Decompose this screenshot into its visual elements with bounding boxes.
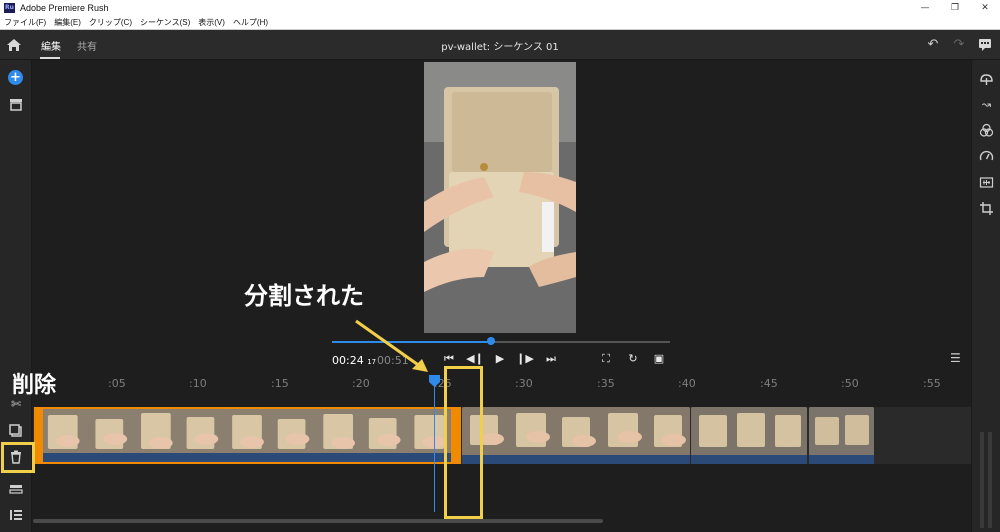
timeline-clip[interactable] bbox=[462, 407, 690, 464]
loop-icon[interactable]: ↻ bbox=[624, 351, 642, 367]
go-to-start-icon[interactable]: ⏮ bbox=[440, 351, 458, 367]
clip-thumbnails bbox=[38, 409, 458, 457]
annotation-split-label: 分割された bbox=[244, 282, 364, 310]
play-icon[interactable]: ▶ bbox=[491, 351, 509, 367]
transitions-icon[interactable]: ↝ bbox=[978, 96, 995, 113]
clip-thumbnails bbox=[462, 407, 690, 455]
scrub-handle[interactable] bbox=[486, 337, 495, 345]
duplicate-icon[interactable] bbox=[7, 422, 25, 440]
ruler-tick: :50 bbox=[841, 377, 859, 390]
ruler-tick: :35 bbox=[597, 377, 615, 390]
comment-icon[interactable] bbox=[977, 37, 993, 53]
restore-icon[interactable]: ❐ bbox=[940, 0, 970, 16]
ruler-tick: :20 bbox=[352, 377, 370, 390]
timeline-clip[interactable] bbox=[691, 407, 807, 464]
menu-edit[interactable]: 編集(E) bbox=[54, 17, 81, 28]
active-tab-indicator bbox=[40, 57, 60, 59]
fullscreen-icon[interactable]: ⛶ bbox=[597, 351, 615, 367]
split-point-highlight bbox=[444, 366, 483, 519]
add-media-button[interactable]: + bbox=[8, 70, 23, 85]
ruler-tick: :40 bbox=[678, 377, 696, 390]
sequence-title: pv-wallet: シーケンス 01 bbox=[441, 42, 559, 53]
menu-file[interactable]: ファイル(F) bbox=[4, 17, 46, 28]
redo-icon[interactable]: ↷ bbox=[951, 37, 967, 53]
ruler-tick: :55 bbox=[923, 377, 941, 390]
annotation-arrow-icon bbox=[355, 319, 428, 372]
close-icon[interactable]: ✕ bbox=[970, 0, 1000, 16]
clip-audio-waveform bbox=[38, 453, 458, 462]
audio-meter-right bbox=[988, 432, 992, 528]
menu-clip[interactable]: クリップ(C) bbox=[89, 17, 132, 28]
menu-bar: ファイル(F) 編集(E) クリップ(C) シーケンス(S) 表示(V) ヘルプ… bbox=[0, 16, 1000, 30]
timeline-clip[interactable] bbox=[809, 407, 874, 464]
menu-sequence[interactable]: シーケンス(S) bbox=[140, 17, 190, 28]
clip-trim-handle-left[interactable] bbox=[34, 407, 43, 464]
menu-view[interactable]: 表示(V) bbox=[198, 17, 225, 28]
ruler-tick: :15 bbox=[271, 377, 289, 390]
color-icon[interactable] bbox=[978, 122, 995, 139]
title-bar: Ru Adobe Premiere Rush — ❐ ✕ bbox=[0, 0, 1000, 16]
speed-icon[interactable] bbox=[978, 148, 995, 165]
window-title: Adobe Premiere Rush bbox=[20, 3, 109, 13]
track-list-icon[interactable] bbox=[7, 506, 25, 524]
clip-audio-waveform bbox=[691, 455, 807, 464]
wallet-preview-image bbox=[424, 62, 576, 333]
playhead-line bbox=[434, 382, 435, 512]
clip-thumbnails bbox=[691, 407, 807, 455]
right-toolbar: ↝ bbox=[971, 60, 1000, 532]
audio-icon[interactable] bbox=[978, 174, 995, 191]
annotation-delete-label: 削除 bbox=[12, 373, 57, 398]
clip-thumbnails bbox=[809, 407, 874, 455]
menu-help[interactable]: ヘルプ(H) bbox=[233, 17, 268, 28]
timeline-horizontal-scrollbar[interactable] bbox=[33, 519, 603, 523]
aspect-ratio-icon[interactable]: ▣ bbox=[650, 351, 668, 367]
ruler-tick: :10 bbox=[189, 377, 207, 390]
go-to-end-icon[interactable]: ⏭ bbox=[542, 351, 560, 367]
program-monitor bbox=[33, 61, 971, 371]
app-logo: Ru bbox=[4, 3, 15, 13]
step-forward-icon[interactable]: ❙▶ bbox=[516, 351, 534, 367]
ruler-tick: :45 bbox=[760, 377, 778, 390]
ruler-tick: :30 bbox=[515, 377, 533, 390]
ruler-tick: :05 bbox=[108, 377, 126, 390]
timeline-ruler[interactable]: :05 :10 :15 :20 :25 :30 :35 :40 :45 :50 … bbox=[33, 373, 971, 395]
step-back-icon[interactable]: ◀❙ bbox=[466, 351, 484, 367]
crop-icon[interactable] bbox=[978, 200, 995, 217]
timeline-menu-icon[interactable]: ☰ bbox=[950, 352, 962, 364]
titles-icon[interactable] bbox=[978, 70, 995, 87]
minimize-icon[interactable]: — bbox=[910, 0, 940, 16]
clip-audio-waveform bbox=[809, 455, 874, 464]
window-controls: — ❐ ✕ bbox=[910, 0, 1000, 16]
video-frame bbox=[424, 62, 576, 333]
undo-icon[interactable]: ↶ bbox=[925, 37, 941, 53]
timeline-clip-selected[interactable] bbox=[36, 407, 460, 464]
add-track-icon[interactable] bbox=[7, 480, 25, 498]
clip-audio-waveform bbox=[462, 455, 690, 464]
delete-button-highlight bbox=[1, 442, 35, 473]
app-header: 編集 共有 pv-wallet: シーケンス 01 ↶ ↷ bbox=[0, 30, 1000, 60]
project-assets-icon[interactable] bbox=[7, 95, 25, 113]
audio-meter-left bbox=[980, 432, 984, 528]
playhead-marker-icon[interactable] bbox=[429, 375, 440, 387]
